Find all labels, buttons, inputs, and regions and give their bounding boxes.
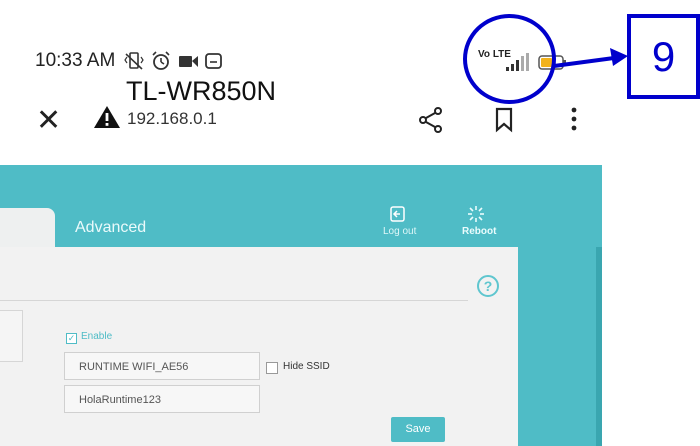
mute-vibrate-icon — [124, 52, 144, 70]
page-url[interactable]: 192.168.0.1 — [127, 109, 217, 129]
bookmark-icon[interactable] — [494, 107, 514, 133]
share-icon[interactable] — [418, 106, 444, 134]
more-icon[interactable] — [568, 106, 580, 134]
scrollbar[interactable] — [596, 247, 602, 446]
side-strip — [518, 247, 602, 446]
reboot-icon[interactable] — [467, 205, 485, 223]
password-input[interactable]: HolaRuntime123 — [64, 385, 260, 413]
logout-button[interactable]: Log out — [383, 226, 416, 237]
annotation-circle — [463, 14, 556, 104]
hide-ssid-checkbox[interactable] — [266, 362, 278, 374]
page-title: TL-WR850N — [126, 76, 277, 106]
alarm-icon — [152, 51, 170, 70]
annotation-number: 9 — [627, 14, 700, 99]
reboot-button[interactable]: Reboot — [462, 226, 496, 237]
save-button[interactable]: Save — [391, 417, 445, 442]
logout-icon[interactable] — [389, 205, 407, 223]
help-icon[interactable]: ? — [477, 275, 499, 297]
enable-checkbox[interactable]: ✓ — [66, 333, 77, 344]
warning-icon[interactable] — [93, 104, 121, 130]
section-divider — [0, 300, 468, 301]
tab-advanced[interactable]: Advanced — [75, 219, 146, 237]
screen-icon — [205, 53, 222, 69]
left-panel — [0, 310, 23, 362]
enable-label: Enable — [81, 331, 113, 342]
video-icon — [179, 56, 198, 67]
close-button[interactable]: ✕ — [36, 106, 61, 136]
tab-basic[interactable] — [0, 208, 55, 250]
page-margin — [602, 165, 700, 446]
status-time: 10:33 AM — [35, 50, 116, 71]
annotation-arrow-icon — [553, 48, 628, 68]
ssid-input[interactable]: RUNTIME WIFI_AE56 — [64, 352, 260, 380]
hide-ssid-label: Hide SSID — [283, 361, 330, 372]
